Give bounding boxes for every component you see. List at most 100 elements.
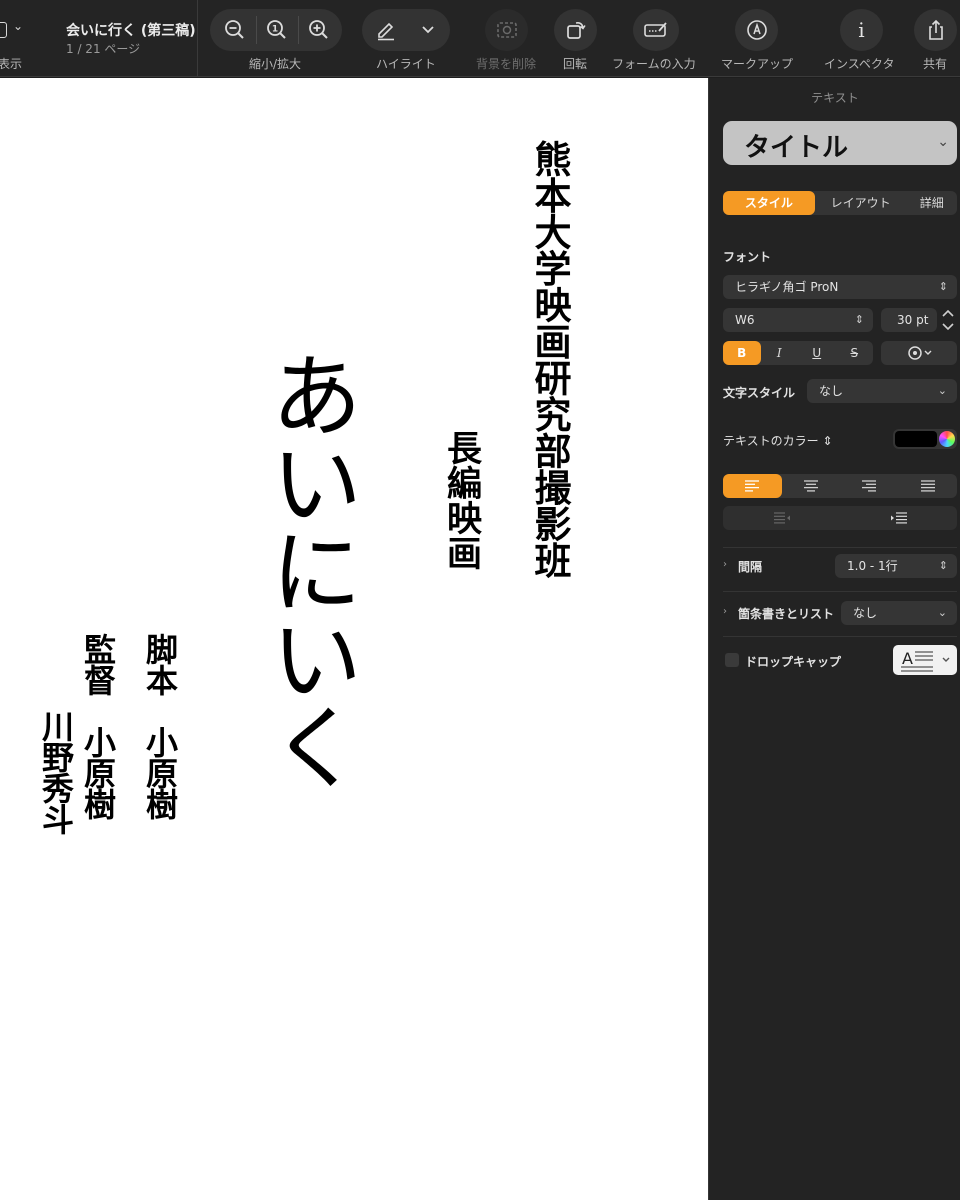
highlight-options-button[interactable] [408, 9, 448, 51]
form-filling-button[interactable] [633, 9, 679, 51]
align-justify-button[interactable] [899, 474, 958, 498]
gear-icon [908, 346, 932, 360]
remove-background-label: 背景を削除 [476, 57, 537, 71]
film-title: あいにいく [255, 348, 362, 788]
font-weight-value: W6 [735, 313, 755, 327]
text-options-button[interactable] [881, 341, 957, 365]
markup-icon [746, 20, 767, 40]
genre-label: 長編映画 [441, 430, 482, 570]
strikethrough-button[interactable]: S [836, 341, 874, 365]
text-color-label: テキストのカラー ⇕ [723, 434, 833, 448]
font-size-value: 30 pt [897, 313, 929, 327]
chevron-down-icon: ⌄ [937, 384, 947, 397]
indent-buttons [723, 506, 957, 530]
page-indicator: 1 / 21 ページ [66, 42, 141, 56]
credit-director-second: 川野秀斗 [37, 710, 75, 834]
align-right-button[interactable] [840, 474, 899, 498]
spacing-label[interactable]: 間隔 [738, 558, 762, 575]
align-center-button[interactable] [782, 474, 841, 498]
align-left-icon [745, 480, 760, 492]
char-style-select[interactable]: なし ⌄ [807, 379, 957, 403]
document-page[interactable]: 熊本大学映画研究部撮影班 長編映画 あいにいく 脚本 小原樹 監督 小原樹 川野… [0, 78, 708, 1200]
form-fill-icon [644, 22, 667, 37]
chevron-down-icon: ⌄ [937, 134, 949, 150]
text-format-buttons: B I U S [723, 341, 873, 365]
view-label: 表示 [0, 57, 23, 71]
highlight-label: ハイライト [376, 57, 436, 71]
share-icon [928, 19, 943, 40]
updown-icon: ⇕ [854, 313, 864, 326]
bullets-label[interactable]: 箇条書きとリスト [738, 605, 834, 622]
remove-background-button[interactable] [485, 9, 528, 51]
zoom-control: 1 [210, 9, 342, 51]
view-menu-button[interactable]: ⌄ [0, 18, 38, 44]
markup-label: マークアップ [721, 57, 794, 71]
bullets-value: なし [853, 606, 878, 620]
inspector-header: テキスト [811, 91, 859, 105]
align-center-icon [803, 480, 818, 492]
decrease-indent-button[interactable] [723, 506, 840, 530]
font-family-select[interactable]: ヒラギノ角ゴ ProN ⇕ [723, 275, 957, 299]
text-color-well[interactable] [893, 429, 957, 449]
tab-more[interactable]: 詳細 [907, 191, 957, 215]
toolbar: ⌄ 表示 会いに行く (第三稿) 1 / 21 ページ 1 縮小/拡大 ハイライ… [0, 0, 960, 77]
stepper-icon [942, 309, 954, 331]
inspector-tabs: スタイル レイアウト 詳細 [723, 191, 957, 215]
disclosure-icon[interactable]: › [723, 606, 727, 617]
updown-icon: ⇕ [938, 280, 948, 293]
paragraph-style-dropdown[interactable]: タイトル ⌄ [723, 121, 957, 165]
zoom-label: 縮小/拡大 [249, 57, 302, 71]
chevron-down-icon: ⌄ [937, 606, 947, 619]
font-size-stepper[interactable] [939, 306, 957, 334]
zoom-out-button[interactable] [214, 9, 256, 51]
inspector-label: インスペクタ [824, 57, 895, 71]
highlighter-icon [378, 22, 394, 41]
bullets-select[interactable]: なし ⌄ [841, 601, 957, 625]
toolbar-divider [197, 0, 198, 77]
spacing-select[interactable]: 1.0 - 1行 ⇕ [835, 554, 957, 578]
outdent-icon [773, 512, 790, 524]
sidebar-icon [0, 22, 7, 38]
font-family-value: ヒラギノ角ゴ ProN [735, 280, 839, 294]
disclosure-icon[interactable]: › [723, 559, 727, 570]
color-wheel-icon[interactable] [939, 431, 955, 447]
dropcap-checkbox[interactable] [725, 653, 739, 667]
inspector-button[interactable]: i [840, 9, 883, 51]
font-size-field[interactable]: 30 pt [881, 308, 937, 332]
paragraph-style-value: タイトル [744, 133, 849, 163]
svg-text:A: A [902, 649, 913, 668]
divider [723, 591, 957, 592]
zoom-in-button[interactable] [298, 9, 340, 51]
remove-background-icon [496, 22, 517, 38]
highlight-button[interactable] [364, 9, 408, 51]
dropcap-label: ドロップキャップ [745, 655, 842, 669]
chevron-down-icon [422, 26, 434, 34]
chevron-down-icon: ⌄ [13, 19, 24, 33]
tab-style[interactable]: スタイル [723, 191, 815, 215]
font-weight-select[interactable]: W6 ⇕ [723, 308, 873, 332]
tab-layout[interactable]: レイアウト [815, 191, 907, 215]
svg-text:1: 1 [272, 25, 278, 35]
align-right-icon [862, 480, 877, 492]
divider [723, 547, 957, 548]
zoom-in-icon [309, 20, 328, 39]
bold-button[interactable]: B [723, 341, 761, 365]
underline-button[interactable]: U [798, 341, 836, 365]
increase-indent-button[interactable] [840, 506, 957, 530]
markup-button[interactable] [735, 9, 778, 51]
document-title: 会いに行く (第三稿) [66, 23, 196, 39]
updown-icon: ⇕ [938, 559, 948, 572]
rotate-button[interactable] [554, 9, 597, 51]
info-icon: i [858, 18, 865, 42]
italic-button[interactable]: I [761, 341, 799, 365]
align-left-button[interactable] [723, 474, 782, 498]
zoom-out-icon [225, 20, 244, 39]
dropcap-style-button[interactable]: A [893, 645, 957, 675]
share-button[interactable] [914, 9, 957, 51]
actual-size-button[interactable]: 1 [256, 9, 298, 51]
divider [723, 636, 957, 637]
dropcap-icon: A [901, 649, 950, 672]
share-label: 共有 [923, 57, 948, 71]
font-section-label: フォント [723, 250, 772, 264]
rotate-icon [566, 22, 586, 39]
